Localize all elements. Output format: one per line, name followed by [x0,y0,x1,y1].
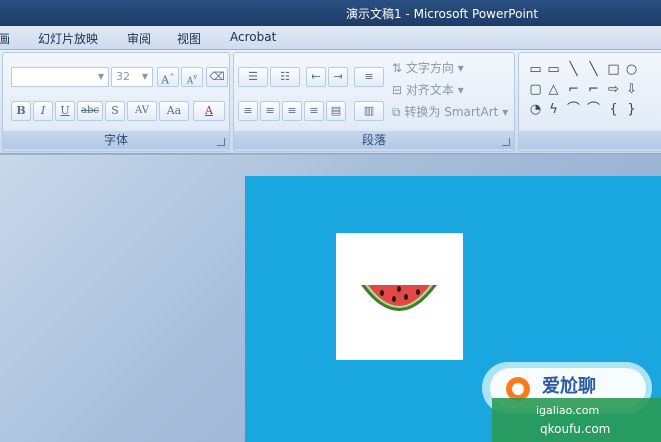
font-size-value: 32 [116,70,130,83]
text-direction-icon: ⇅ [392,61,403,75]
font-name-combo[interactable]: ▼ [11,67,109,87]
smartart-label: 转换为 SmartArt [404,105,499,119]
numbering-button[interactable]: ☷ [270,67,300,87]
increase-indent-button[interactable]: ⇥ [328,67,348,87]
decrease-indent-button[interactable]: ⇤ [306,67,326,87]
smartart-command[interactable]: ⧉ 转换为 SmartArt ▾ [392,103,508,120]
grow-font-icon: A [161,73,170,87]
ribbon-tabs: 画 幻灯片放映 审阅 视图 Acrobat [0,26,661,50]
indent-icon: ⇥ [333,70,343,83]
slide-picture[interactable] [336,233,463,360]
elbow-arrow-shape-icon[interactable]: ⌐ [585,81,602,98]
tab-slideshow[interactable]: 幻灯片放映 [38,30,98,47]
align-text-label: 对齐文本 [405,83,454,97]
font-size-combo[interactable]: 32 ▼ [111,67,153,87]
align-center-icon: ≡ [265,104,275,117]
arrow-line-shape-icon[interactable]: ╲ [585,61,602,78]
change-case-button[interactable]: Aa [159,101,189,121]
justify-button[interactable]: ≡ [304,101,324,121]
vertical-textbox-shape-icon[interactable]: ▭ [545,61,562,78]
triangle-shape-icon[interactable]: △ [545,81,562,98]
underline-button[interactable]: U [55,101,75,121]
strikethrough-button[interactable]: abc [77,101,103,121]
justify-icon: ≡ [309,104,319,117]
columns-button[interactable]: ▥ [354,101,384,121]
chevron-down-icon: ▼ [97,72,104,81]
align-left-icon: ≡ [243,104,253,117]
align-text-icon: ⊟ [392,83,403,97]
italic-button[interactable]: I [33,101,53,121]
chevron-down-icon: ▼ [141,72,148,81]
line-spacing-icon: ≡ [364,70,374,83]
align-text-command[interactable]: ⊟ 对齐文本 ▾ [392,81,464,98]
tab-acrobat[interactable]: Acrobat [230,30,276,44]
elbow-connector-shape-icon[interactable]: ⌐ [565,81,582,98]
oval-shape-icon[interactable]: ○ [623,61,640,78]
lightning-shape-icon[interactable]: ϟ [545,101,562,118]
watermelon-slice-icon [361,280,437,311]
line-shape-icon[interactable]: ╲ [565,61,582,78]
font-color-button[interactable]: A [193,101,225,121]
paragraph-group: ☰ ☷ ⇤ ⇥ ≡ ≡ ≡ ≡ ≡ ▤ ▥ ⇅ 文字方向 ▾ ⊟ 对齐文本 ▾ … [233,52,515,152]
distributed-icon: ▤ [330,104,342,117]
left-brace-shape-icon[interactable]: { [605,101,622,118]
text-direction-label: 文字方向 [405,61,454,75]
paragraph-group-label: 段落 [234,131,514,149]
tab-review[interactable]: 审阅 [127,30,151,47]
dialog-launcher-icon[interactable] [217,138,225,146]
watermark-title: 爱尬聊 [542,376,596,397]
font-group: ▼ 32 ▼ A^ Av ⌫ B I U abc S AV Aa A 字体 [2,52,230,152]
down-arrow-shape-icon[interactable]: ⇩ [623,81,640,98]
drawing-group: ▭ ▭ ╲ ╲ □ ○ ▢ △ ⌐ ⌐ ⇨ ⇩ ◔ ϟ ⌒ ⌒ { } [518,52,661,152]
distributed-button[interactable]: ▤ [326,101,346,121]
line-spacing-button[interactable]: ≡ [354,67,384,87]
numbered-list-icon: ☷ [280,70,290,83]
curve-shape-icon[interactable]: ⌒ [585,101,602,118]
outdent-icon: ⇤ [311,70,321,83]
text-direction-command[interactable]: ⇅ 文字方向 ▾ [392,59,464,76]
textbox-shape-icon[interactable]: ▭ [527,61,544,78]
bullets-button[interactable]: ☰ [238,67,268,87]
columns-icon: ▥ [363,104,375,117]
shrink-font-button[interactable]: Av [181,67,203,87]
align-right-button[interactable]: ≡ [282,101,302,121]
bold-button[interactable]: B [11,101,31,121]
right-brace-shape-icon[interactable]: } [623,101,640,118]
align-right-icon: ≡ [287,104,297,117]
tab-view[interactable]: 视图 [177,30,201,47]
watermark-url-1: igaliao.com [536,404,600,417]
eraser-icon: ⌫ [209,70,225,83]
font-group-label: 字体 [3,131,229,149]
watermark-url-2: qkoufu.com [540,422,611,436]
window-title: 演示文稿1 - Microsoft PowerPoint [346,7,539,21]
char-spacing-button[interactable]: AV [127,101,157,121]
drawing-group-label [519,131,661,149]
align-center-button[interactable]: ≡ [260,101,280,121]
smartart-icon: ⧉ [392,105,401,119]
dialog-launcher-icon[interactable] [502,138,510,146]
clear-format-button[interactable]: ⌫ [206,67,228,87]
watermark-logo: 爱尬聊 igaliao.com qkoufu.com [478,356,661,442]
arc-shape-icon[interactable]: ⌒ [565,101,582,118]
title-bar: 演示文稿1 - Microsoft PowerPoint [0,0,661,26]
grow-font-button[interactable]: A^ [157,67,179,87]
ribbon: ▼ 32 ▼ A^ Av ⌫ B I U abc S AV Aa A 字体 ☰ … [0,50,661,154]
bullet-list-icon: ☰ [248,70,258,83]
align-left-button[interactable]: ≡ [238,101,258,121]
callout-shape-icon[interactable]: ◔ [527,101,544,118]
rectangle-shape-icon[interactable]: □ [605,61,622,78]
shadow-button[interactable]: S [105,101,125,121]
rounded-rect-shape-icon[interactable]: ▢ [527,81,544,98]
right-arrow-shape-icon[interactable]: ⇨ [605,81,622,98]
tab-draw[interactable]: 画 [0,30,10,47]
